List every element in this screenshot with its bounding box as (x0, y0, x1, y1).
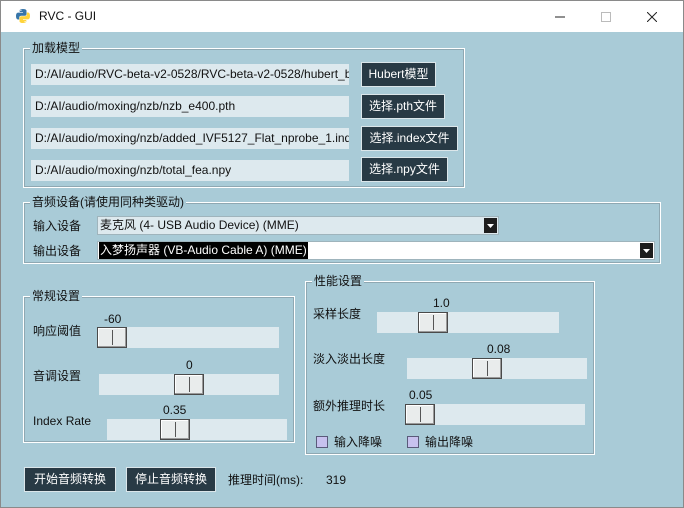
maximize-button[interactable] (583, 1, 629, 32)
extra-time-slider-thumb[interactable] (405, 404, 435, 425)
inference-time-value: 319 (326, 473, 347, 487)
threshold-value: -60 (104, 312, 122, 326)
start-conversion-button[interactable]: 开始音频转换 (24, 467, 116, 492)
index-rate-slider-thumb[interactable] (160, 419, 190, 440)
input-device-value: 麦克风 (4- USB Audio Device) (MME) (100, 218, 299, 232)
hubert-model-button[interactable]: Hubert模型 (361, 62, 436, 87)
input-device-select[interactable]: 麦克风 (4- USB Audio Device) (MME) (97, 216, 499, 235)
select-npy-button[interactable]: 选择.npy文件 (361, 157, 448, 182)
output-device-select[interactable]: 入梦扬声器 (VB-Audio Cable A) (MME) (97, 241, 655, 260)
index-path-field[interactable]: D:/AI/audio/moxing/nzb/added_IVF5127_Fla… (31, 128, 349, 149)
maximize-icon (601, 11, 611, 22)
threshold-label: 响应阈值 (33, 324, 82, 338)
sample-length-label: 采样长度 (313, 307, 362, 321)
pitch-slider[interactable] (99, 374, 279, 395)
input-denoise-checkbox[interactable] (316, 436, 328, 448)
npy-path-field[interactable]: D:/AI/audio/moxing/nzb/total_fea.npy (31, 160, 349, 181)
minimize-button[interactable] (537, 1, 583, 32)
select-index-button[interactable]: 选择.index文件 (361, 126, 458, 151)
sample-length-slider-thumb[interactable] (418, 312, 448, 333)
output-device-dropdown-icon[interactable] (640, 243, 653, 258)
inference-time-label: 推理时间(ms): (228, 473, 304, 487)
audio-device-group-title: 音频设备(请使用同种类驱动) (30, 194, 186, 210)
chevron-down-icon (487, 223, 494, 228)
crossfade-slider[interactable] (407, 358, 587, 379)
close-button[interactable] (629, 1, 675, 32)
app-window: RVC - GUI 加载模型 D:/AI/audio/RVC-beta-v2-0… (0, 0, 684, 508)
hubert-path-field[interactable]: D:/AI/audio/RVC-beta-v2-0528/RVC-beta-v2… (31, 64, 349, 85)
crossfade-label: 淡入淡出长度 (313, 352, 386, 366)
pitch-label: 音调设置 (33, 369, 82, 383)
sample-length-value: 1.0 (433, 296, 450, 310)
minimize-icon (555, 16, 565, 17)
input-denoise-label: 输入降噪 (334, 435, 383, 449)
threshold-slider-thumb[interactable] (97, 327, 127, 348)
main-content: 加载模型 D:/AI/audio/RVC-beta-v2-0528/RVC-be… (1, 32, 683, 507)
stop-conversion-button[interactable]: 停止音频转换 (126, 467, 216, 492)
input-device-label: 输入设备 (33, 219, 82, 233)
pitch-slider-thumb[interactable] (174, 374, 204, 395)
output-denoise-checkbox[interactable] (407, 436, 419, 448)
extra-time-slider[interactable] (405, 404, 585, 425)
python-logo-icon (16, 9, 30, 23)
crossfade-slider-thumb[interactable] (472, 358, 502, 379)
output-device-value: 入梦扬声器 (VB-Audio Cable A) (MME) (99, 242, 308, 259)
extra-time-value: 0.05 (409, 388, 433, 402)
chevron-down-icon (643, 248, 650, 253)
select-pth-button[interactable]: 选择.pth文件 (361, 94, 445, 119)
window-title: RVC - GUI (39, 9, 97, 23)
index-rate-slider[interactable] (107, 419, 287, 440)
pth-path-field[interactable]: D:/AI/audio/moxing/nzb/nzb_e400.pth (31, 96, 349, 117)
crossfade-value: 0.08 (487, 342, 511, 356)
performance-settings-group-title: 性能设置 (312, 273, 365, 289)
output-device-label: 输出设备 (33, 244, 82, 258)
output-denoise-label: 输出降噪 (425, 435, 474, 449)
model-group-title: 加载模型 (30, 40, 83, 56)
general-settings-group-title: 常规设置 (30, 288, 83, 304)
index-rate-label: Index Rate (33, 414, 92, 428)
title-bar: RVC - GUI (1, 1, 683, 32)
sample-length-slider[interactable] (377, 312, 559, 333)
pitch-value: 0 (186, 358, 193, 372)
input-device-dropdown-icon[interactable] (484, 218, 497, 233)
index-rate-value: 0.35 (163, 403, 187, 417)
threshold-slider[interactable] (97, 327, 279, 348)
extra-time-label: 额外推理时长 (313, 399, 386, 413)
close-icon (647, 11, 657, 22)
